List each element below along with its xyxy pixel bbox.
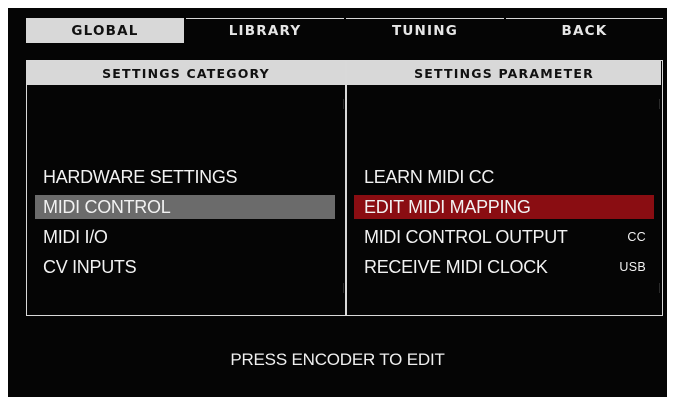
tab-global[interactable]: GLOBAL [26,18,184,43]
category-scroll-top [343,99,344,109]
settings-panel: SETTINGS CATEGORY SETTINGS PARAMETER HAR… [26,60,663,316]
device-screen: GLOBAL LIBRARY TUNING BACK SETTINGS CATE… [8,8,667,397]
parameter-scroll-bottom [659,283,660,293]
tab-back[interactable]: BACK [506,18,663,43]
category-item-midi-control[interactable]: MIDI CONTROL [35,195,335,219]
parameter-scroll-top [659,99,660,109]
category-item-label: CV INPUTS [43,256,137,277]
parameter-item-label: EDIT MIDI MAPPING [364,196,531,217]
category-scroll-bottom [343,283,344,293]
parameter-item-label: RECEIVE MIDI CLOCK [364,256,548,277]
category-item-hardware-settings[interactable]: HARDWARE SETTINGS [35,165,335,189]
parameter-header: SETTINGS PARAMETER [347,61,661,85]
footer-hint: PRESS ENCODER TO EDIT [230,350,445,369]
category-item-midi-io[interactable]: MIDI I/O [35,225,335,249]
category-item-label: MIDI I/O [43,226,108,247]
tab-library[interactable]: LIBRARY [186,18,344,43]
category-item-cv-inputs[interactable]: CV INPUTS [35,255,335,279]
parameter-item-receive-midi-clock[interactable]: RECEIVE MIDI CLOCK USB [354,255,654,279]
parameter-item-value: USB [619,260,646,274]
column-divider [345,61,347,315]
parameter-item-midi-control-output[interactable]: MIDI CONTROL OUTPUT CC [354,225,654,249]
tab-bar: GLOBAL LIBRARY TUNING BACK [26,18,663,43]
parameter-item-value: CC [627,230,646,244]
category-item-label: HARDWARE SETTINGS [43,166,238,187]
category-item-label: MIDI CONTROL [43,196,171,217]
parameter-item-learn-midi-cc[interactable]: LEARN MIDI CC [354,165,654,189]
parameter-item-edit-midi-mapping[interactable]: EDIT MIDI MAPPING [354,195,654,219]
tab-tuning[interactable]: TUNING [346,18,504,43]
parameter-item-label: MIDI CONTROL OUTPUT [364,226,568,247]
parameter-item-label: LEARN MIDI CC [364,166,495,187]
category-header: SETTINGS CATEGORY [27,61,345,85]
